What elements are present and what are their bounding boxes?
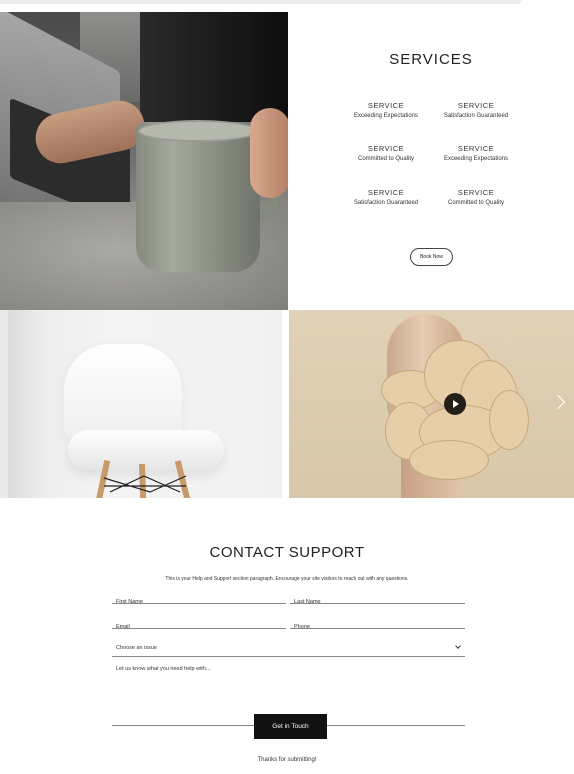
phone-input[interactable] [290, 621, 465, 633]
service-name: SERVICE [457, 188, 495, 197]
chevron-down-icon [455, 643, 461, 649]
book-now-button[interactable]: Book Now [410, 248, 453, 266]
service-description: Committed to Quality [447, 200, 505, 206]
hands-sculpture-video[interactable] [289, 310, 574, 498]
service-description: Satisfaction Guaranteed [353, 200, 419, 206]
contact-title: CONTACT SUPPORT [209, 544, 365, 561]
service-item: SERVICE Committed to Quality [341, 144, 431, 162]
message-textarea[interactable] [112, 663, 465, 711]
service-name: SERVICE [367, 144, 405, 153]
first-name-input[interactable] [112, 596, 286, 608]
service-description: Exceeding Expectations [443, 156, 509, 162]
service-description: Satisfaction Guaranteed [443, 113, 509, 119]
chair-wire-base [103, 475, 187, 493]
coffee-mug-photo [0, 12, 288, 310]
phone-field [290, 615, 465, 633]
service-name: SERVICE [367, 188, 405, 197]
service-item: SERVICE Satisfaction Guaranteed [341, 188, 431, 206]
service-item: SERVICE Exceeding Expectations [431, 144, 521, 162]
white-chair-photo [0, 310, 282, 498]
get-in-touch-button[interactable]: Get in Touch [254, 714, 327, 739]
last-name-input[interactable] [290, 596, 465, 608]
last-name-field [290, 590, 465, 608]
service-description: Exceeding Expectations [353, 113, 419, 119]
service-description: Committed to Quality [357, 156, 415, 162]
thanks-message: Thanks for submitting! [257, 757, 317, 763]
service-item: SERVICE Satisfaction Guaranteed [431, 101, 521, 119]
services-title: SERVICES [389, 51, 473, 68]
services-section: SERVICES SERVICE Exceeding Expectations … [288, 12, 574, 310]
service-item: SERVICE Exceeding Expectations [341, 101, 431, 119]
issue-select[interactable]: Choose an issue [112, 641, 465, 657]
first-name-field [112, 590, 286, 608]
contact-paragraph: This is your Help and Support section pa… [165, 576, 409, 582]
service-name: SERVICE [367, 101, 405, 110]
email-field [112, 615, 286, 633]
issue-select-value: Choose an issue [116, 644, 157, 651]
service-name: SERVICE [457, 144, 495, 153]
service-item: SERVICE Committed to Quality [431, 188, 521, 206]
email-input[interactable] [112, 621, 286, 633]
service-name: SERVICE [457, 101, 495, 110]
chevron-right-icon[interactable] [551, 392, 567, 414]
top-bar [0, 0, 522, 4]
play-icon[interactable] [444, 393, 466, 415]
